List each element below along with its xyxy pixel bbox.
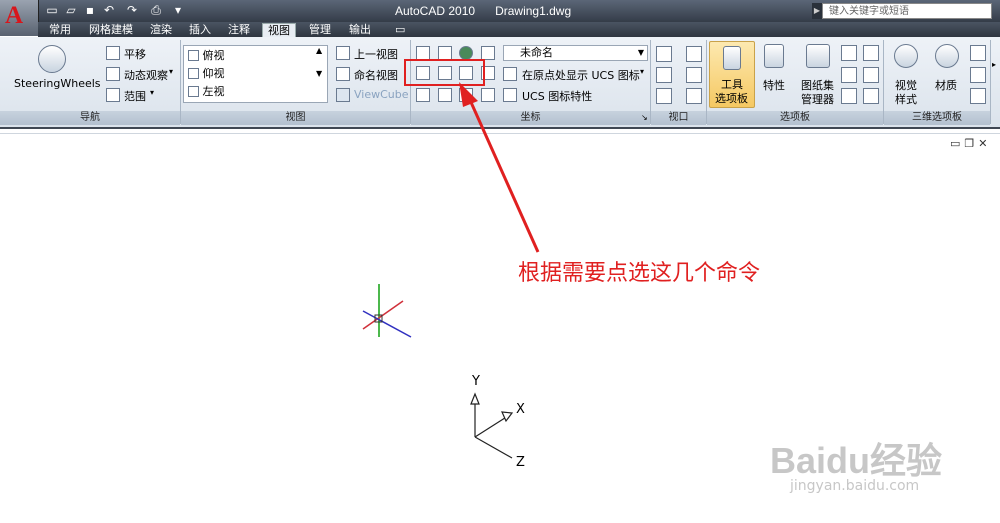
annotation-arrow: [459, 82, 540, 253]
baidu-watermark: Baidu经验: [770, 440, 943, 481]
ucs-y-label: Y: [472, 374, 480, 389]
annotation-text: 根据需要点选这几个命令: [518, 261, 761, 286]
ucs-z-label: Z: [516, 455, 525, 470]
axis-tripod: [362, 284, 412, 338]
watermark-url: jingyan.baidu.com: [790, 478, 920, 494]
ucs-x-label: X: [516, 402, 525, 417]
ucs-icon: [470, 392, 514, 459]
